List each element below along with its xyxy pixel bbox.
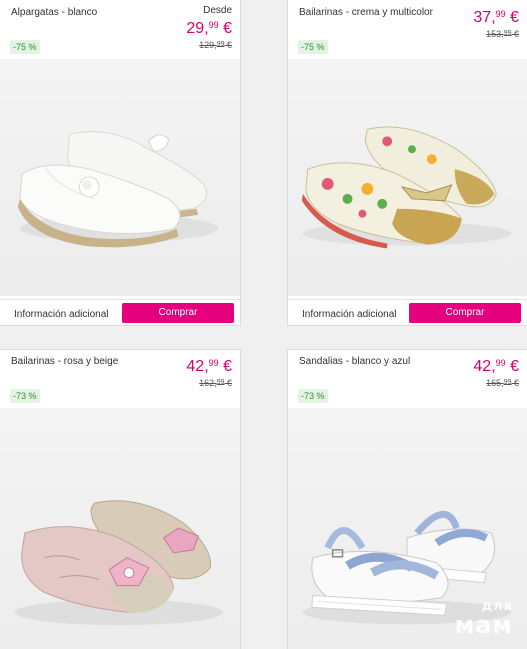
price-box: 42,99 € 162,99 € [186, 354, 232, 389]
discount-badge: -73 % [10, 389, 40, 403]
floral-glitter-ballet-flats-icon [301, 126, 512, 249]
product-card[interactable]: Alpargatas - blanco Desde 29,99 € 129,99… [0, 0, 241, 326]
buy-button[interactable]: Comprar [409, 303, 521, 323]
product-card[interactable]: Bailarinas - crema y multicolor 37,99 € … [287, 0, 527, 326]
current-price: 29,99 € [186, 20, 232, 37]
original-price: 165,99 € [486, 378, 519, 388]
discount-badge: -75 % [10, 40, 40, 54]
product-title[interactable]: Bailarinas - rosa y beige [11, 356, 118, 367]
card-header: Alpargatas - blanco Desde 29,99 € 129,99… [0, 1, 240, 59]
current-price: 42,99 € [473, 358, 519, 375]
card-footer: Información adicional Comprar [288, 299, 527, 325]
product-grid: Alpargatas - blanco Desde 29,99 € 129,99… [0, 0, 527, 649]
product-title[interactable]: Bailarinas - crema y multicolor [299, 7, 433, 18]
card-header: Sandalias - blanco y azul 42,99 € 165,99… [288, 350, 527, 408]
more-info-link[interactable]: Información adicional [14, 309, 109, 320]
discount-badge: -73 % [298, 389, 328, 403]
card-header: Bailarinas - crema y multicolor 37,99 € … [288, 1, 527, 59]
white-espadrille-shoes-icon [17, 131, 219, 248]
price-box: Desde 29,99 € 129,99 € [186, 5, 232, 51]
watermark: для мам [455, 600, 513, 637]
buy-button[interactable]: Comprar [122, 303, 234, 323]
product-title[interactable]: Sandalias - blanco y azul [299, 356, 410, 367]
price-prefix: Desde [203, 5, 232, 16]
discount-badge: -75 % [298, 40, 328, 54]
original-price: 153,99 € [486, 29, 519, 39]
current-price: 42,99 € [186, 358, 232, 375]
price-box: 37,99 € 153,99 € [473, 5, 519, 40]
card-header: Bailarinas - rosa y beige 42,99 € 162,99… [0, 350, 240, 408]
pink-beige-jeweled-flats-icon [14, 500, 224, 626]
original-price: 129,99 € [199, 40, 232, 50]
product-image[interactable] [0, 59, 240, 296]
original-price: 162,99 € [199, 378, 232, 388]
product-card[interactable]: Bailarinas - rosa y beige 42,99 € 162,99… [0, 349, 241, 649]
card-footer: Información adicional Comprar [0, 299, 240, 325]
watermark-line-2: мам [454, 611, 513, 639]
current-price: 37,99 € [473, 9, 519, 26]
product-title[interactable]: Alpargatas - blanco [11, 7, 97, 18]
more-info-link[interactable]: Información adicional [302, 309, 397, 320]
price-box: 42,99 € 165,99 € [473, 354, 519, 389]
product-image[interactable] [288, 59, 527, 296]
product-image[interactable] [0, 408, 240, 649]
